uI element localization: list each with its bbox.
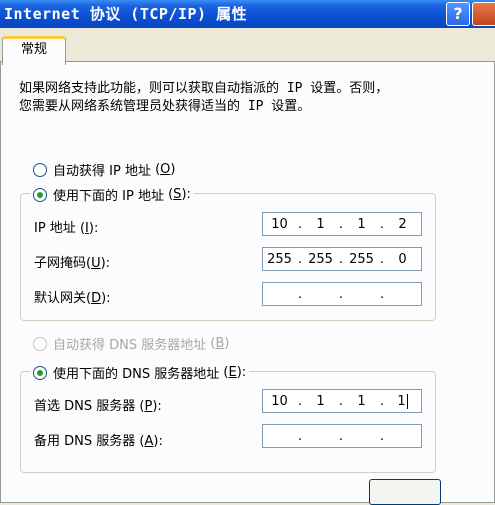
preferred-dns-input[interactable]: 10. 1. 1. 1 — [262, 389, 422, 413]
tab-general[interactable]: 常规 — [2, 36, 66, 65]
dns-groupbox — [20, 371, 436, 473]
subnet-mask-input[interactable]: 255. 255. 255. 0 — [262, 247, 422, 271]
description-line-2: 您需要从网络系统管理员处获得适当的 IP 设置。 — [19, 99, 311, 114]
alternate-dns-label: 备用 DNS 服务器 (A): — [34, 434, 163, 449]
description-text: 如果网络支持此功能，则可以获取自动指派的 IP 设置。否则， 您需要从网络系统管… — [19, 80, 479, 116]
accel-key: (E): — [219, 365, 247, 380]
window-title: Internet 协议 (TCP/IP) 属性 — [4, 5, 248, 23]
default-gateway-input[interactable]: . . . — [262, 282, 422, 306]
radio-manual-dns-label: 使用下面的 DNS 服务器地址 — [53, 367, 220, 382]
radio-circle-checked — [33, 187, 47, 202]
radio-manual-ip[interactable]: 使用下面的 IP 地址 (S): — [30, 185, 194, 204]
accel-key: (O) — [150, 162, 176, 177]
title-bar: Internet 协议 (TCP/IP) 属性 ? — [0, 0, 495, 28]
radio-circle — [33, 162, 47, 177]
text-caret — [406, 393, 408, 409]
radio-circle-disabled — [33, 336, 47, 351]
accel-key: (B) — [206, 336, 230, 351]
default-gateway-label: 默认网关(D): — [34, 291, 111, 306]
ip-address-input[interactable]: 10. 1. 1. 2 — [262, 212, 422, 236]
radio-manual-ip-label: 使用下面的 IP 地址 — [53, 189, 164, 204]
radio-auto-dns: 自动获得 DNS 服务器地址 (B) — [33, 334, 229, 353]
help-button[interactable]: ? — [446, 2, 470, 26]
alternate-dns-input[interactable]: . . . — [262, 424, 422, 448]
ip-address-label: IP 地址 (I): — [34, 221, 99, 236]
subnet-mask-label: 子网掩码(U): — [34, 256, 111, 271]
close-button[interactable] — [472, 2, 495, 26]
radio-manual-dns[interactable]: 使用下面的 DNS 服务器地址 (E): — [30, 363, 250, 382]
radio-auto-ip-label: 自动获得 IP 地址 — [53, 164, 151, 179]
radio-circle-checked — [33, 365, 47, 380]
accel-key: (S): — [163, 187, 191, 202]
preferred-dns-label: 首选 DNS 服务器 (P): — [34, 399, 162, 414]
description-line-1: 如果网络支持此功能，则可以获取自动指派的 IP 设置。否则， — [19, 81, 389, 96]
radio-auto-ip[interactable]: 自动获得 IP 地址 (O) — [33, 160, 175, 179]
advanced-button[interactable] — [369, 479, 441, 505]
radio-auto-dns-label: 自动获得 DNS 服务器地址 — [53, 338, 207, 353]
